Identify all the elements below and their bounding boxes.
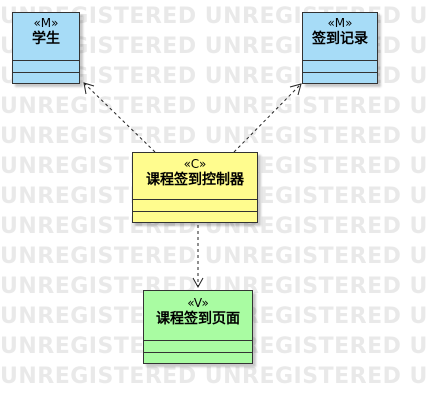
stereotype-label: «C» [183, 157, 207, 171]
stereotype-label: «V» [187, 296, 209, 310]
class-student[interactable]: «M» 学生 [12, 12, 80, 84]
attributes-compartment [133, 200, 257, 212]
operations-compartment [144, 353, 252, 364]
class-name: 课程签到控制器 [146, 172, 244, 188]
operations-compartment [303, 73, 377, 84]
attributes-compartment [13, 61, 79, 73]
attributes-compartment [303, 61, 377, 73]
class-course-attendance-controller[interactable]: «C» 课程签到控制器 [132, 152, 258, 223]
stereotype-label: «M» [327, 16, 353, 30]
class-course-attendance-page[interactable]: «V» 课程签到页面 [143, 290, 253, 364]
edge-controller-to-student [83, 82, 156, 153]
class-attendance-record[interactable]: «M» 签到记录 [302, 12, 378, 84]
attributes-compartment [144, 341, 252, 353]
class-name: 课程签到页面 [156, 311, 240, 327]
operations-compartment [13, 73, 79, 84]
arrowhead-record [289, 83, 302, 96]
edge-controller-to-record [233, 83, 302, 153]
class-name: 学生 [32, 31, 60, 47]
stereotype-label: «M» [33, 16, 59, 30]
operations-compartment [133, 212, 257, 223]
class-name: 签到记录 [312, 31, 368, 47]
